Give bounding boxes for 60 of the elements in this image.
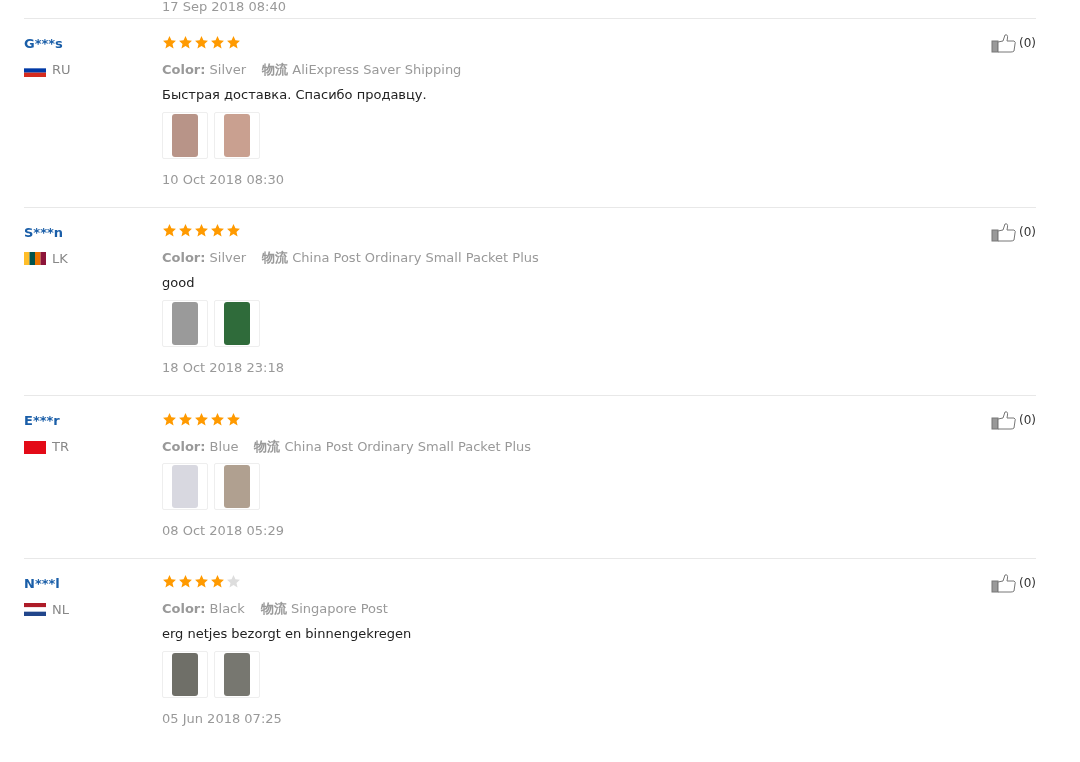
star-icon	[226, 411, 241, 427]
country-code: RU	[52, 61, 71, 79]
country-code: LK	[52, 249, 68, 268]
helpful-button[interactable]: (0)	[991, 221, 1036, 242]
product-color: Color: Silver	[162, 249, 247, 267]
star-icon	[178, 34, 193, 50]
photo-placeholder[interactable]	[162, 300, 208, 347]
star-icon	[162, 34, 177, 50]
helpful-button[interactable]: (0)	[991, 33, 1036, 53]
reviewer-name[interactable]: G***s	[24, 33, 162, 55]
shipping-method: 物流 China Post Ordinary Small Packet Plus	[262, 249, 539, 267]
star-icon	[178, 574, 193, 589]
reviewer-name[interactable]: E***r	[24, 410, 162, 432]
review-date: 08 Oct 2018 05:29	[162, 521, 285, 540]
flag-icon	[24, 603, 46, 616]
shipping-method: 物流 China Post Ordinary Small Packet Plus	[254, 437, 532, 456]
star-icon	[194, 574, 209, 589]
review-date: 18 Oct 2018 23:18	[162, 359, 285, 377]
product-color: Color: Silver	[162, 60, 247, 79]
thumbs-up-icon	[991, 572, 1017, 593]
star-icon	[210, 223, 225, 238]
review-date: 17 Sep 2018 08:40	[161, 0, 287, 16]
star-icon	[226, 223, 241, 238]
thumbs-up-icon	[991, 410, 1017, 430]
star-icon	[210, 574, 225, 589]
helpful-button[interactable]: (0)	[991, 410, 1036, 430]
star-icon	[178, 411, 193, 427]
photo-placeholder[interactable]	[214, 651, 260, 698]
country-code: NL	[52, 600, 69, 619]
star-icon	[194, 34, 209, 50]
review-text: erg netjes bezorgt en binnengekregen	[162, 625, 413, 643]
thumbs-up-icon	[991, 33, 1017, 53]
thumbs-up-icon	[991, 221, 1017, 242]
review-date: 05 Jun 2018 07:25	[162, 710, 283, 728]
reviewer-name[interactable]: S***n	[24, 221, 162, 244]
review-date: 10 Oct 2018 08:30	[162, 170, 285, 189]
review-text: Быстрая доставка. Спасибо продавцу.	[162, 85, 428, 104]
photo-placeholder[interactable]	[214, 300, 260, 347]
flag-icon	[24, 440, 46, 454]
star-icon	[210, 34, 225, 50]
reviewer-name[interactable]: N***l	[24, 572, 162, 595]
star-icon	[162, 411, 177, 427]
star-icon	[194, 223, 209, 238]
shipping-method: 物流 AliExpress Saver Shipping	[262, 60, 462, 79]
photo-placeholder[interactable]	[162, 651, 208, 698]
country-code: TR	[52, 438, 69, 456]
flag-icon	[24, 252, 46, 265]
product-color: Color: Blue	[162, 437, 239, 456]
star-icon	[162, 574, 177, 589]
star-icon	[226, 574, 241, 589]
star-icon	[162, 223, 177, 238]
star-icon	[226, 34, 241, 50]
shipping-method: 物流 Singapore Post	[260, 600, 388, 618]
product-color: Color: Black	[162, 600, 245, 618]
helpful-button[interactable]: (0)	[991, 572, 1036, 593]
star-icon	[194, 411, 209, 427]
review-text: good	[162, 274, 196, 292]
star-icon	[210, 411, 225, 427]
photo-placeholder[interactable]	[162, 111, 208, 159]
star-icon	[178, 223, 193, 238]
